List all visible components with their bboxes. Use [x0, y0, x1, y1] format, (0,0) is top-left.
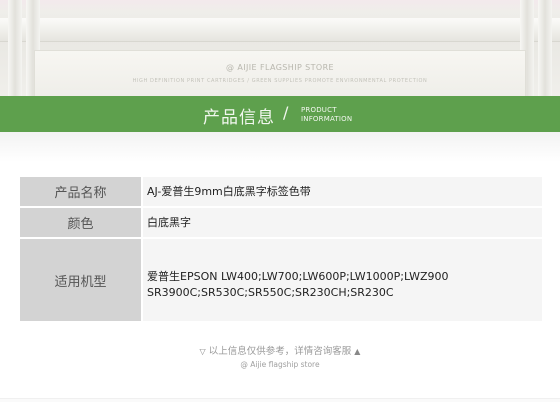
section-title-cn: 产品信息: [203, 108, 275, 128]
disclaimer-text: 以上信息仅供参考，详情咨询客服: [208, 346, 352, 357]
section-title-en-line1: PRODUCT: [301, 106, 337, 114]
disclaimer-note: ▽ 以上信息仅供参考，详情咨询客服 ▲: [0, 343, 560, 357]
store-tagline: HIGH DEFINITION PRINT CARTRIDGES / GREEN…: [132, 78, 428, 84]
arrow-down-icon: ▽: [199, 347, 206, 356]
row-value-compatible-models: 爱普生EPSON LW400;LW700;LW600P;LW1000P;LWZ9…: [143, 239, 542, 321]
table-row: 适用机型 爱普生EPSON LW400;LW700;LW600P;LW1000P…: [20, 239, 542, 321]
banner-panel: [34, 50, 526, 96]
section-title-en: PRODUCT INFORMATION: [301, 106, 352, 124]
section-title-en-line2: INFORMATION: [301, 115, 353, 123]
arrow-up-icon: ▲: [354, 347, 361, 356]
store-banner: @ AIJIE FLAGSHIP STORE HIGH DEFINITION PR…: [0, 0, 560, 96]
store-name: AIJIE FLAGSHIP STORE: [237, 63, 335, 72]
footer-brand: @ Aijie flagship store: [240, 360, 320, 369]
bottom-divider: [0, 398, 560, 402]
row-label-compatible-models: 适用机型: [20, 239, 141, 321]
row-value-color: 白底黑字: [143, 208, 542, 237]
section-divider: /: [283, 103, 289, 122]
table-row: 颜色 白底黑字: [20, 208, 542, 237]
row-value-product-name: AJ-爱普生9mm白底黑字标签色带: [143, 177, 542, 206]
table-row: 产品名称 AJ-爱普生9mm白底黑字标签色带: [20, 177, 542, 206]
brand-logo-icon: @: [225, 63, 235, 72]
store-brand: @ AIJIE FLAGSHIP STORE: [0, 63, 560, 72]
header-shadow-band: [0, 132, 560, 162]
row-label-color: 颜色: [20, 208, 141, 237]
product-info-table: 产品名称 AJ-爱普生9mm白底黑字标签色带 颜色 白底黑字 适用机型 爱普生E…: [20, 175, 542, 323]
row-label-product-name: 产品名称: [20, 177, 141, 206]
banner-shelf: [0, 18, 560, 42]
product-info-header: 产品信息 / PRODUCT INFORMATION: [0, 96, 560, 132]
